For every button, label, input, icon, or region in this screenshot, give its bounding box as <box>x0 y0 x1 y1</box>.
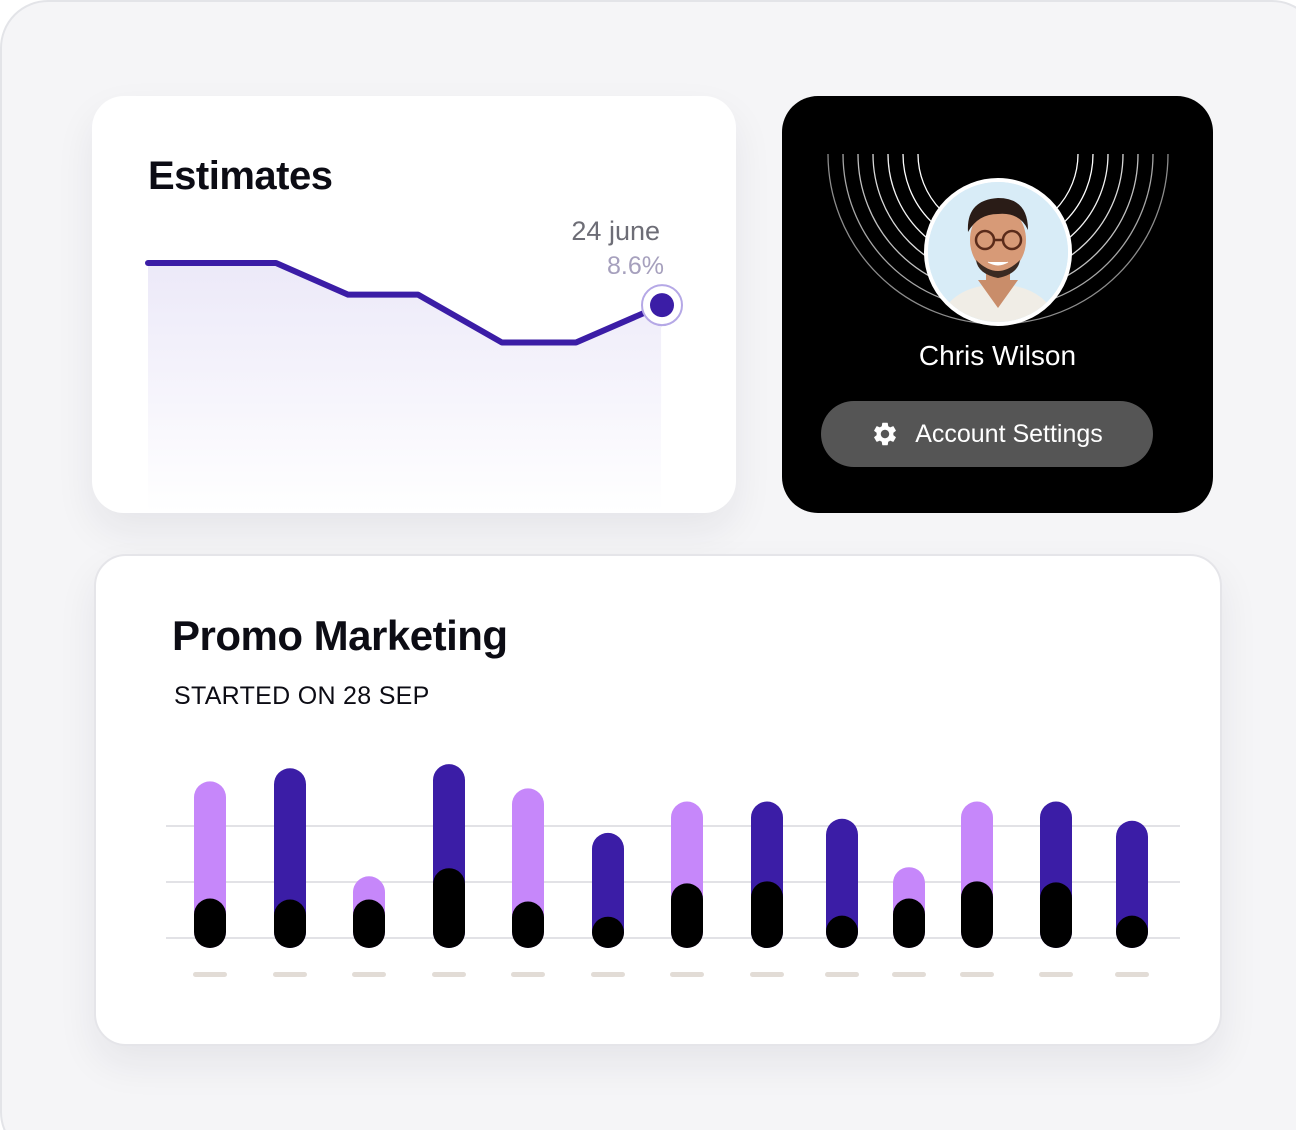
promo-bar-base <box>194 898 226 948</box>
promo-bar-base <box>1040 882 1072 948</box>
promo-bar-label-placeholder <box>352 972 386 977</box>
promo-bar-base <box>751 881 783 948</box>
estimates-area-fill <box>148 263 662 513</box>
promo-bar-label-placeholder <box>825 972 859 977</box>
gear-icon <box>874 422 897 446</box>
promo-bar-label-placeholder <box>1115 972 1149 977</box>
promo-bar-label-placeholder <box>750 972 784 977</box>
promo-marketing-card: Promo Marketing STARTED ON 28 SEP <box>94 554 1222 1046</box>
estimates-card: Estimates 24 june 8.6% <box>92 96 736 513</box>
promo-bar-label-placeholder <box>960 972 994 977</box>
promo-bar-base <box>826 915 858 948</box>
person-portrait-icon <box>928 182 1068 322</box>
estimates-marker-date: 24 june <box>571 216 660 246</box>
profile-card: Chris Wilson Account Settings <box>782 96 1213 513</box>
promo-bar-label-placeholder <box>193 972 227 977</box>
promo-bar-label-placeholder <box>273 972 307 977</box>
account-settings-button[interactable]: Account Settings <box>821 401 1153 467</box>
promo-bar-base <box>433 868 465 948</box>
promo-bar-base <box>961 881 993 948</box>
promo-bar-chart <box>166 764 1180 977</box>
avatar <box>924 178 1072 326</box>
estimates-marker-point <box>650 293 674 318</box>
promo-bar-base <box>353 899 385 948</box>
account-settings-label: Account Settings <box>915 419 1103 448</box>
promo-bar-label-placeholder <box>670 972 704 977</box>
promo-bar-base <box>274 899 306 948</box>
estimates-marker-value: 8.6% <box>607 252 664 280</box>
promo-bar-label-placeholder <box>1039 972 1073 977</box>
promo-bar-base <box>671 883 703 948</box>
promo-bar-label-placeholder <box>591 972 625 977</box>
promo-bar-base <box>1116 915 1148 948</box>
promo-bar-label-placeholder <box>432 972 466 977</box>
profile-name: Chris Wilson <box>918 340 1077 371</box>
promo-bar-label-placeholder <box>511 972 545 977</box>
promo-bar-base <box>512 901 544 948</box>
estimates-title: Estimates <box>148 154 333 198</box>
promo-bar-base <box>592 916 624 948</box>
promo-bar-label-placeholder <box>892 972 926 977</box>
promo-bar-base <box>893 898 925 948</box>
